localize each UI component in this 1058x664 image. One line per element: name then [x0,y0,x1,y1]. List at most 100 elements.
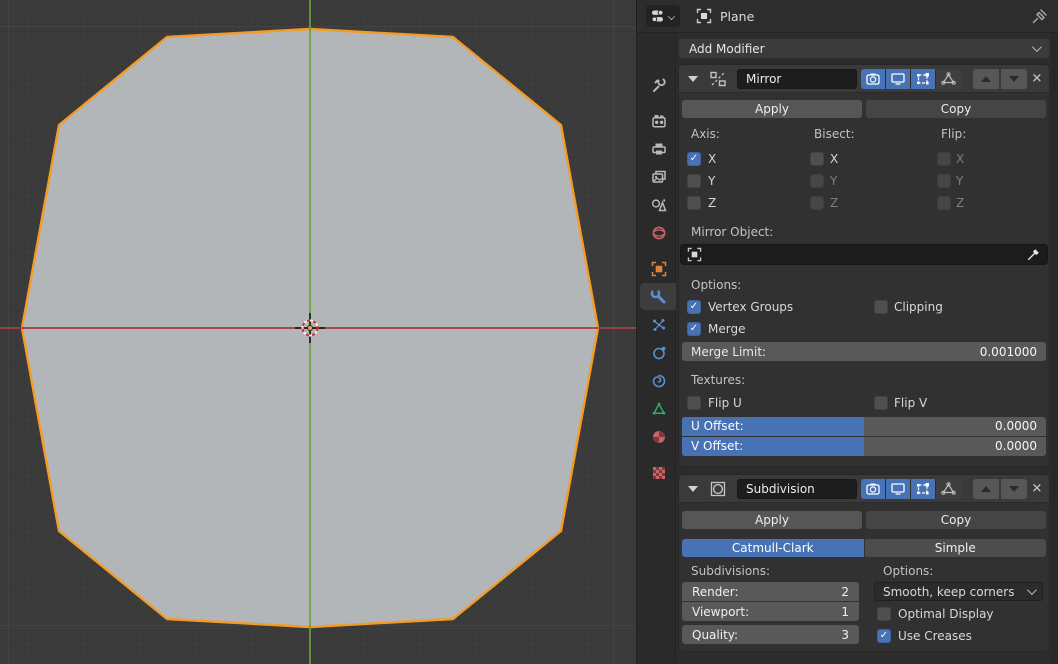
properties-header: Plane [637,0,1058,33]
uv-smooth-dropdown[interactable]: Smooth, keep corners [874,582,1043,601]
checkbox-bisect-x[interactable] [810,152,824,166]
modifier-reorder-buttons [973,69,1027,89]
view-layer-icon [651,169,667,185]
modifier-name-input[interactable]: Subdivision [737,479,857,499]
mirror-object-field[interactable] [680,244,1048,265]
display-viewport-toggle[interactable] [886,69,911,89]
tab-modifiers[interactable] [640,283,676,310]
scrollbar-track[interactable] [1051,33,1058,664]
subdivision-type-toggle: Catmull-Clark Simple [682,539,1046,557]
axis-row-y: Y Y Y [682,174,1046,188]
options-label: Options: [691,278,741,292]
checkbox-flip-u[interactable] [687,396,701,410]
display-editmode-toggle[interactable] [911,479,936,499]
editor-type-button[interactable] [646,5,680,27]
checkbox-merge[interactable] [687,322,701,336]
on-cage-icon [941,72,956,85]
move-modifier-down-button[interactable] [1001,479,1027,499]
display-render-toggle[interactable] [861,479,886,499]
remove-modifier-button[interactable]: ✕ [1029,481,1045,496]
checkbox-bisect-y[interactable] [810,174,824,188]
vertex-groups-row: Vertex Groups Clipping [682,300,1046,314]
v-offset-slider[interactable]: V Offset: 0.0000 [682,437,1046,456]
copy-button[interactable]: Copy [866,511,1046,529]
move-modifier-up-button[interactable] [973,479,999,499]
camera-icon [866,73,880,85]
simple-button[interactable]: Simple [865,539,1047,557]
flip-uv-row: Flip U Flip V [682,396,1046,410]
checkbox-axis-z[interactable] [687,196,701,210]
tab-object-data[interactable] [641,395,676,422]
checkbox-clipping[interactable] [874,300,888,314]
display-oncage-toggle[interactable] [936,479,961,499]
tab-view-layer[interactable] [641,163,676,190]
checkbox-flip-x[interactable] [937,152,951,166]
checkbox-flip-v[interactable] [874,396,888,410]
checkbox-flip-z[interactable] [937,196,951,210]
tab-tool[interactable] [641,71,676,98]
display-editmode-toggle[interactable] [911,69,936,89]
pin-icon[interactable] [1031,8,1048,25]
modifier-wrench-icon [650,288,667,305]
apply-button[interactable]: Apply [682,511,862,529]
display-oncage-toggle[interactable] [936,69,961,89]
tab-particles[interactable] [641,311,676,338]
physics-icon [651,345,667,361]
u-offset-slider[interactable]: U Offset: 0.0000 [682,417,1046,436]
tab-material[interactable] [641,423,676,450]
expand-triangle-icon[interactable] [688,76,698,82]
tab-object[interactable] [641,255,676,282]
checkbox-use-creases[interactable] [877,629,891,643]
tab-output[interactable] [641,135,676,162]
triangle-down-icon [1009,76,1019,82]
mirror-modifier-icon [709,70,727,88]
checkbox-label: Y [830,174,837,188]
eyedropper-icon[interactable] [1026,247,1041,262]
tab-scene[interactable] [641,191,676,218]
display-render-toggle[interactable] [861,69,886,89]
checkbox-axis-y[interactable] [687,174,701,188]
render-camera-icon [651,113,667,129]
render-levels-field[interactable]: Render: 2 [682,582,859,601]
tab-world[interactable] [641,219,676,246]
3d-viewport[interactable] [0,0,637,664]
checkbox-label: Y [708,174,715,188]
merge-limit-field[interactable]: Merge Limit: 0.001000 [682,342,1046,361]
checkbox-axis-x[interactable] [687,152,701,166]
material-icon [651,429,667,445]
add-modifier-label: Add Modifier [689,42,765,56]
copy-button[interactable]: Copy [866,100,1046,118]
checkbox-flip-y[interactable] [937,174,951,188]
properties-editor-icon [651,9,667,23]
camera-icon [866,483,880,495]
add-modifier-dropdown[interactable]: Add Modifier [678,38,1050,59]
checkbox-vertex-groups[interactable] [687,300,701,314]
remove-modifier-button[interactable]: ✕ [1029,71,1045,86]
options-label-row: Options: [682,278,1046,292]
output-printer-icon [651,141,667,157]
checkbox-label: Use Creases [898,629,972,643]
tab-render[interactable] [641,107,676,134]
catmull-clark-button[interactable]: Catmull-Clark [682,539,864,557]
subdivision-modifier-icon [709,480,727,498]
apply-button[interactable]: Apply [682,100,862,118]
tab-texture[interactable] [641,459,676,486]
mesh-object-icon [696,8,712,24]
modifier-name-input[interactable]: Mirror [737,69,857,89]
render-label: Render: [692,585,739,599]
display-viewport-toggle[interactable] [886,479,911,499]
chevron-down-icon [668,12,675,19]
checkbox-bisect-z[interactable] [810,196,824,210]
properties-tab-strip [637,33,676,664]
render-value: 2 [841,585,849,599]
tab-physics[interactable] [641,339,676,366]
checkbox-optimal-display[interactable] [877,607,891,621]
checkbox-label: Clipping [894,300,943,314]
tab-constraints[interactable] [641,367,676,394]
move-modifier-up-button[interactable] [973,69,999,89]
checkbox-label: Z [830,196,838,210]
expand-triangle-icon[interactable] [688,486,698,492]
display-toggle-group [861,479,961,499]
modifier-panel-mirror: Mirror [678,64,1050,467]
move-modifier-down-button[interactable] [1001,69,1027,89]
